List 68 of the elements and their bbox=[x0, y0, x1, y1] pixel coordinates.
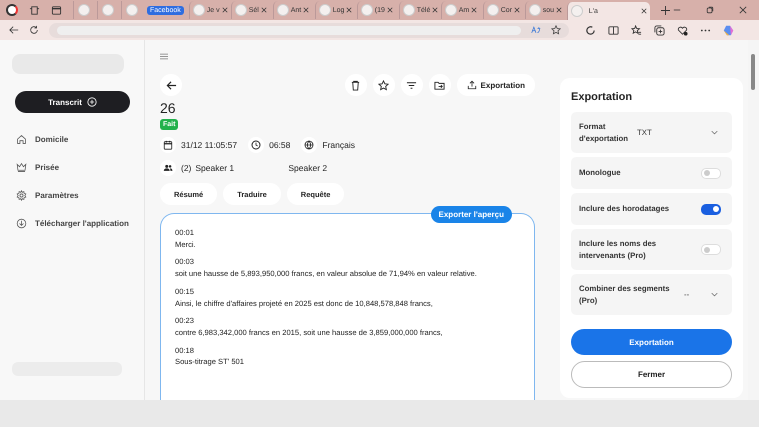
restore-icon[interactable] bbox=[706, 6, 714, 14]
translate-icon[interactable] bbox=[531, 25, 541, 35]
collections-icon[interactable] bbox=[654, 24, 665, 36]
close-icon[interactable] bbox=[641, 8, 647, 14]
close-icon[interactable] bbox=[556, 7, 562, 13]
folder-icon bbox=[434, 80, 446, 90]
sidebar-item[interactable]: Télécharger l'application bbox=[12, 214, 132, 233]
upload-icon bbox=[466, 80, 477, 90]
menu-icon[interactable] bbox=[160, 53, 168, 60]
date-text: 31/12 11:05:57 bbox=[181, 140, 238, 150]
close-icon[interactable] bbox=[432, 7, 438, 13]
arrow-left-icon bbox=[166, 80, 176, 90]
panel-title: Exportation bbox=[571, 91, 634, 103]
speaker-count: (2) bbox=[181, 163, 192, 173]
favorites-icon[interactable] bbox=[631, 24, 642, 36]
extension-icon[interactable] bbox=[585, 24, 596, 36]
export-button[interactable]: Exportation bbox=[456, 74, 535, 96]
delete-button[interactable] bbox=[344, 74, 367, 96]
back-button[interactable] bbox=[160, 74, 182, 96]
filter-icon bbox=[406, 80, 418, 90]
back-icon[interactable] bbox=[9, 25, 19, 35]
language-text: Français bbox=[322, 140, 355, 150]
toggle-switch[interactable] bbox=[701, 204, 721, 215]
star-icon[interactable] bbox=[551, 25, 561, 35]
new-tab-icon[interactable] bbox=[661, 6, 670, 14]
globe-icon bbox=[304, 140, 314, 150]
close-icon[interactable] bbox=[222, 7, 228, 13]
gear-icon bbox=[16, 190, 27, 201]
sidebar-item[interactable]: Paramètres bbox=[12, 186, 132, 205]
export-button[interactable]: Exportation bbox=[571, 329, 732, 356]
crown-icon bbox=[16, 162, 27, 173]
close-icon[interactable] bbox=[471, 7, 478, 13]
sidebar-item[interactable]: Prisée bbox=[12, 158, 132, 177]
close-icon[interactable] bbox=[514, 7, 520, 13]
export-preview-button[interactable]: Exporter l'aperçu bbox=[430, 206, 512, 223]
close-icon[interactable] bbox=[303, 7, 310, 13]
calendar-icon bbox=[163, 140, 173, 150]
speaker-name[interactable]: Speaker 1 bbox=[195, 163, 284, 173]
close-button[interactable]: Fermer bbox=[571, 361, 732, 388]
profile-icon[interactable] bbox=[6, 4, 18, 16]
favorite-button[interactable] bbox=[372, 74, 395, 96]
chevron-down-icon bbox=[711, 130, 718, 136]
close-icon[interactable] bbox=[260, 7, 267, 13]
copilot-icon[interactable] bbox=[723, 24, 734, 36]
close-icon[interactable] bbox=[739, 6, 747, 14]
close-icon[interactable] bbox=[386, 7, 393, 13]
workspaces-icon[interactable] bbox=[29, 4, 40, 16]
heart-icon[interactable] bbox=[677, 24, 688, 36]
sidebar-item[interactable]: Domicile bbox=[12, 130, 132, 149]
clock-icon bbox=[251, 140, 262, 150]
chevron-down-icon bbox=[711, 292, 718, 298]
reload-icon[interactable] bbox=[29, 25, 39, 35]
people-icon bbox=[163, 163, 173, 173]
new-transcript-button[interactable]: Transcrit bbox=[15, 91, 130, 113]
move-to-folder-button[interactable] bbox=[428, 74, 451, 96]
trash-icon bbox=[350, 80, 362, 90]
speaker-name[interactable]: Speaker 2 bbox=[288, 163, 376, 173]
download-icon bbox=[16, 218, 27, 229]
transcript-title: 26 bbox=[160, 100, 177, 116]
duration-text: 06:58 bbox=[269, 140, 290, 150]
plus-circle-icon bbox=[86, 97, 97, 107]
star-icon bbox=[378, 80, 390, 90]
address-field[interactable] bbox=[49, 22, 569, 38]
filter-button[interactable] bbox=[400, 74, 423, 96]
tab-actions-icon[interactable] bbox=[51, 4, 62, 16]
home-icon bbox=[16, 134, 27, 145]
close-icon[interactable] bbox=[346, 7, 352, 13]
split-screen-icon[interactable] bbox=[608, 24, 619, 36]
